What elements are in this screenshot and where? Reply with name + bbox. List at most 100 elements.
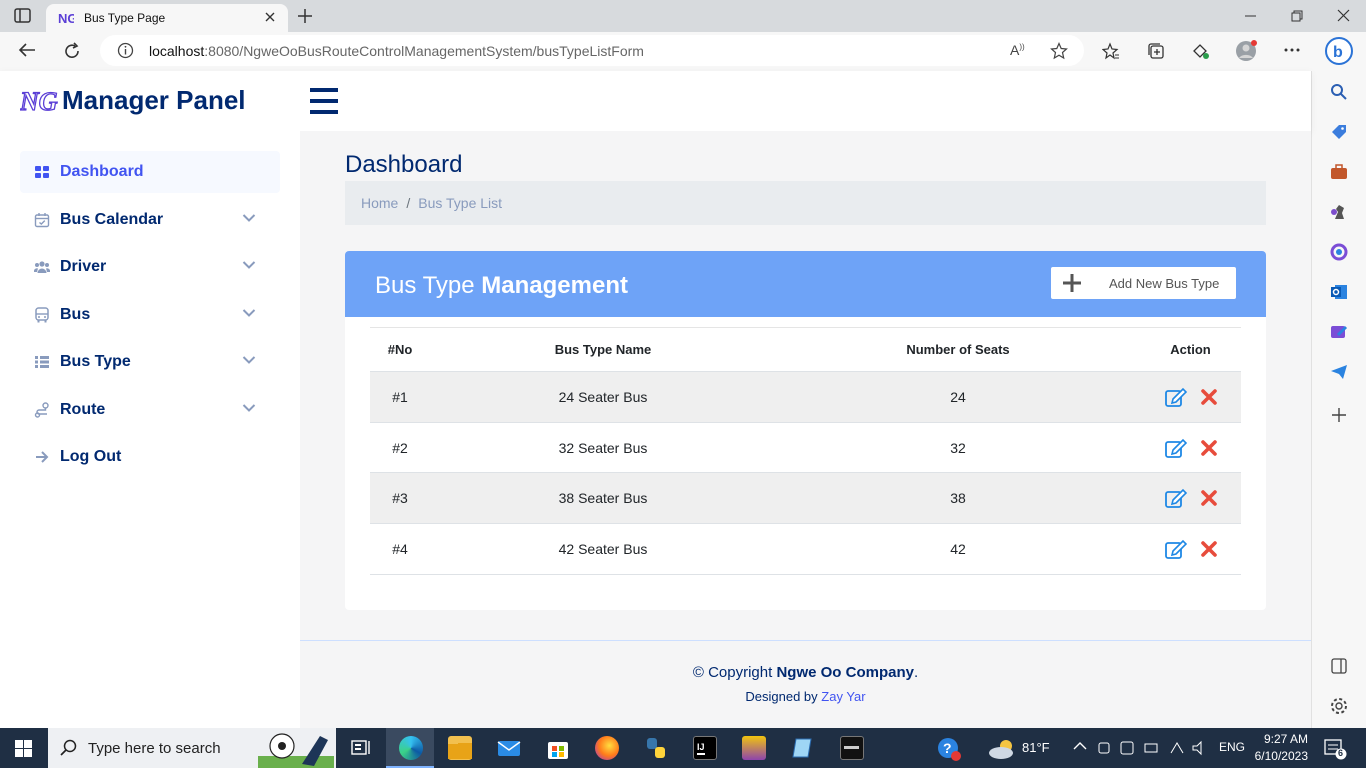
minimize-icon[interactable] xyxy=(1244,9,1258,23)
chevron-down-icon xyxy=(242,261,256,269)
cell-name: 32 Seater Bus xyxy=(558,439,648,456)
taskbar-search-box[interactable]: Type here to search xyxy=(48,728,336,768)
table-row: #4 42 Seater Bus 42 xyxy=(370,524,1241,575)
delete-icon[interactable] xyxy=(1199,473,1219,523)
microsoft-store-icon[interactable] xyxy=(546,736,570,760)
card-title: Bus Type Management xyxy=(375,272,628,300)
add-sidebar-app-icon[interactable] xyxy=(1331,407,1347,423)
svg-text:NG: NG xyxy=(20,87,58,116)
help-icon[interactable]: ? xyxy=(937,737,961,761)
terminal-app-icon[interactable] xyxy=(840,736,864,760)
ng-logo-icon: NG xyxy=(20,86,58,116)
taskbar-search-placeholder: Type here to search xyxy=(88,739,221,757)
restore-icon[interactable] xyxy=(1290,9,1304,23)
sidebar-item-route[interactable]: Route xyxy=(20,389,280,431)
tools-briefcase-icon[interactable] xyxy=(1330,163,1348,181)
cell-seats: 42 xyxy=(950,541,966,557)
address-bar[interactable]: localhost:8080/NgweOoBusRouteControlMana… xyxy=(100,35,1084,66)
table-row: #3 38 Seater Bus 38 xyxy=(370,473,1241,524)
close-tab-icon[interactable] xyxy=(264,11,276,23)
card-header: Bus Type Management Add New Bus Type xyxy=(345,251,1266,317)
edit-icon[interactable] xyxy=(1164,524,1188,574)
delete-icon[interactable] xyxy=(1199,524,1219,574)
collections-icon[interactable] xyxy=(1147,42,1165,60)
sidebar-item-log-out[interactable]: Log Out xyxy=(20,436,280,478)
games-chess-icon[interactable] xyxy=(1330,203,1348,221)
language-indicator[interactable]: ENG xyxy=(1219,740,1245,754)
telegram-send-icon[interactable] xyxy=(1330,363,1348,381)
system-tray-icons[interactable] xyxy=(1097,740,1207,756)
shopping-tag-icon[interactable] xyxy=(1330,123,1348,141)
sidebar-item-bus-type[interactable]: Bus Type xyxy=(20,341,280,383)
clock-date: 6/10/2023 xyxy=(1254,749,1308,763)
designer-icon[interactable] xyxy=(1330,323,1348,341)
read-aloud-icon[interactable]: A)) xyxy=(1010,42,1025,58)
breadcrumb: Home / Bus Type List xyxy=(345,181,1266,225)
table-row: #2 32 Seater Bus 32 xyxy=(370,423,1241,473)
back-icon[interactable] xyxy=(18,42,36,58)
refresh-icon[interactable] xyxy=(63,42,81,60)
sidebar-item-label: Dashboard xyxy=(60,163,144,180)
new-tab-icon[interactable] xyxy=(296,7,314,25)
designer-link[interactable]: Zay Yar xyxy=(821,689,865,704)
cell-seats: 38 xyxy=(950,490,966,506)
settings-gear-icon[interactable] xyxy=(1330,697,1348,715)
card-title-light: Bus Type xyxy=(375,272,475,299)
notepad-icon[interactable] xyxy=(791,736,815,760)
file-explorer-icon[interactable] xyxy=(448,736,472,760)
office-icon[interactable] xyxy=(1330,243,1348,261)
header-number-of-seats: Number of Seats xyxy=(906,342,1010,357)
bus-icon xyxy=(35,307,49,323)
firefox-icon[interactable] xyxy=(595,736,619,760)
info-icon[interactable] xyxy=(117,42,134,59)
extensions-icon[interactable] xyxy=(1191,42,1209,60)
clock[interactable]: 9:27 AM 6/10/2023 xyxy=(1250,731,1308,765)
brand-logo[interactable]: NG Manager Panel xyxy=(20,85,246,116)
sidebar-item-label: Bus xyxy=(60,306,91,323)
breadcrumb-separator: / xyxy=(406,195,411,211)
tab-favicon-icon: NG xyxy=(58,10,74,26)
header-bus-type-name: Bus Type Name xyxy=(554,342,652,357)
delete-icon[interactable] xyxy=(1199,423,1219,472)
weather-cloud-icon[interactable] xyxy=(988,738,1018,760)
delete-icon[interactable] xyxy=(1199,372,1219,422)
sidebar-item-label: Route xyxy=(60,401,106,418)
outlook-icon[interactable] xyxy=(1330,283,1348,301)
search-icon[interactable] xyxy=(1330,83,1348,101)
header-no: #No xyxy=(387,342,413,357)
hamburger-menu-icon[interactable] xyxy=(310,88,338,114)
game-app-icon[interactable] xyxy=(742,736,766,760)
close-window-icon[interactable] xyxy=(1337,9,1351,23)
favorites-icon[interactable] xyxy=(1102,42,1120,60)
sidebar-item-dashboard[interactable]: Dashboard xyxy=(20,151,280,193)
profile-avatar[interactable] xyxy=(1235,40,1257,62)
tab-actions-icon[interactable] xyxy=(14,8,32,24)
cell-seats: 32 xyxy=(950,439,966,456)
notification-center-icon[interactable] xyxy=(1324,738,1348,760)
task-view-icon[interactable] xyxy=(351,739,371,757)
edit-icon[interactable] xyxy=(1164,372,1188,422)
edge-browser-icon[interactable] xyxy=(399,736,423,760)
sidebar-item-bus-calendar[interactable]: Bus Calendar xyxy=(20,199,280,241)
intellij-icon[interactable]: IJ xyxy=(693,736,717,760)
bing-chat-icon[interactable]: b xyxy=(1324,36,1354,66)
hide-sidebar-icon[interactable] xyxy=(1331,658,1347,674)
edit-icon[interactable] xyxy=(1164,473,1188,523)
favorite-star-icon[interactable] xyxy=(1050,42,1068,60)
sidebar-item-bus[interactable]: Bus xyxy=(20,294,280,336)
browser-tab[interactable]: NG Bus Type Page xyxy=(46,4,288,32)
python-icon[interactable] xyxy=(644,736,668,760)
windows-start-icon[interactable] xyxy=(15,740,32,757)
breadcrumb-home-link[interactable]: Home xyxy=(361,195,398,211)
add-button-label: Add New Bus Type xyxy=(1109,275,1220,291)
mail-icon[interactable] xyxy=(497,736,521,760)
url-text: localhost:8080/NgweOoBusRouteControlMana… xyxy=(149,43,644,59)
show-hidden-icons-chevron-up-icon[interactable] xyxy=(1073,741,1087,751)
more-options-icon[interactable] xyxy=(1284,48,1300,52)
plus-icon xyxy=(1063,274,1081,292)
add-new-bus-type-button[interactable]: Add New Bus Type xyxy=(1051,267,1236,299)
brand-title: Manager Panel xyxy=(62,85,246,115)
sidebar-item-driver[interactable]: Driver xyxy=(20,246,280,288)
edit-icon[interactable] xyxy=(1164,423,1188,472)
weather-temperature[interactable]: 81°F xyxy=(1022,740,1050,755)
